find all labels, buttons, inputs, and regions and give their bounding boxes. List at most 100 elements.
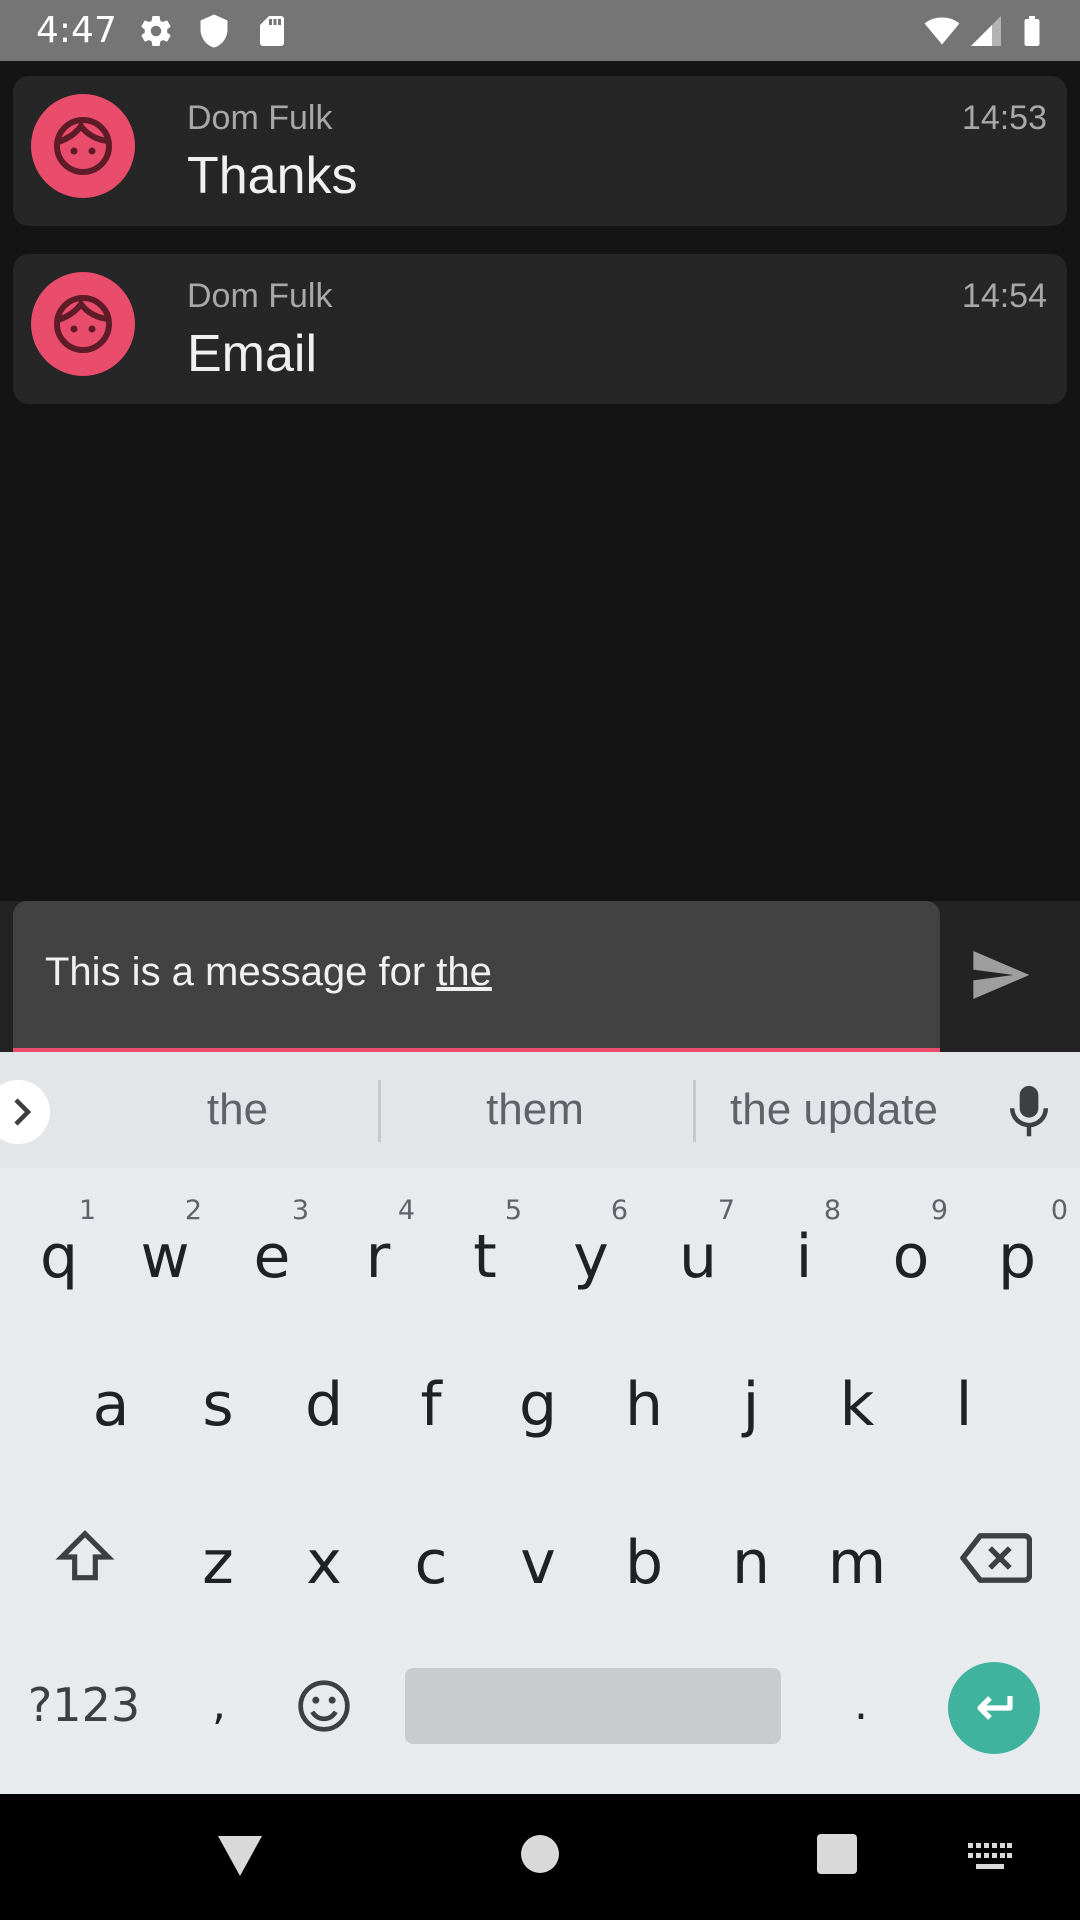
key-label: e — [253, 1222, 291, 1292]
status-time: 4:47 — [36, 10, 117, 51]
navigation-bar — [0, 1794, 1080, 1920]
key-label: w — [140, 1222, 190, 1292]
composing-word: the — [436, 950, 492, 994]
message-sender: Dom Fulk — [187, 277, 333, 315]
back-button[interactable] — [216, 1834, 264, 1878]
key-label: h — [624, 1370, 664, 1440]
key-x[interactable]: x — [271, 1490, 377, 1620]
key-label: f — [420, 1370, 442, 1440]
avatar[interactable] — [31, 272, 135, 376]
microphone-icon — [1009, 1085, 1049, 1137]
key-label: j — [742, 1370, 760, 1440]
enter-key[interactable] — [948, 1662, 1040, 1754]
key-label: o — [892, 1222, 930, 1292]
key-h[interactable]: h — [591, 1332, 697, 1462]
message-time: 14:53 — [961, 99, 1047, 137]
face-icon — [54, 117, 112, 175]
keyboard-icon — [968, 1843, 1012, 1869]
message-text: Thanks — [187, 147, 358, 205]
symbols-key[interactable]: ?123 — [24, 1655, 144, 1755]
space-key[interactable] — [405, 1668, 781, 1744]
key-t[interactable]: 5t — [432, 1182, 538, 1312]
key-b[interactable]: b — [591, 1490, 697, 1620]
backspace-key[interactable] — [958, 1530, 1032, 1586]
expand-toolbar-button[interactable] — [0, 1080, 50, 1144]
battery-icon — [1014, 13, 1050, 49]
key-q[interactable]: 1q — [6, 1182, 112, 1312]
message-item[interactable]: Dom Fulk 14:54 Email — [13, 254, 1067, 404]
key-label: m — [827, 1528, 887, 1598]
suggestion-2[interactable]: them — [380, 1080, 690, 1140]
key-label: z — [202, 1528, 234, 1598]
suggestion-3[interactable]: the update — [696, 1080, 972, 1140]
key-c[interactable]: c — [378, 1490, 484, 1620]
key-label: . — [854, 1679, 868, 1730]
key-label: u — [678, 1222, 718, 1292]
keyboard-switcher-button[interactable] — [968, 1842, 1012, 1872]
home-button[interactable] — [520, 1834, 560, 1874]
back-triangle-icon — [218, 1836, 262, 1876]
shift-icon — [55, 1530, 115, 1581]
key-u[interactable]: 7u — [645, 1182, 751, 1312]
message-time: 14:54 — [961, 277, 1047, 315]
key-p[interactable]: 0p — [964, 1182, 1070, 1312]
message-input-prefix: This is a message for — [45, 950, 437, 994]
key-label: l — [955, 1370, 973, 1440]
key-k[interactable]: k — [804, 1332, 910, 1462]
key-a[interactable]: a — [58, 1332, 164, 1462]
send-icon — [973, 951, 1030, 999]
avatar[interactable] — [31, 94, 135, 198]
message-text: Email — [187, 325, 318, 383]
key-label: s — [202, 1370, 234, 1440]
recents-square-icon — [817, 1834, 857, 1874]
key-label: , — [212, 1679, 226, 1730]
key-f[interactable]: f — [378, 1332, 484, 1462]
key-l[interactable]: l — [911, 1332, 1017, 1462]
key-g[interactable]: g — [485, 1332, 591, 1462]
home-circle-icon — [521, 1835, 559, 1873]
key-label: q — [39, 1222, 79, 1292]
key-label: v — [520, 1528, 556, 1598]
cell-signal-icon — [968, 13, 1004, 49]
message-item[interactable]: Dom Fulk 14:53 Thanks — [13, 76, 1067, 226]
key-v[interactable]: v — [485, 1490, 591, 1620]
key-label: b — [624, 1528, 664, 1598]
recents-button[interactable] — [817, 1834, 857, 1874]
chevron-right-icon — [14, 1098, 32, 1126]
enter-icon — [977, 1696, 1013, 1720]
key-s[interactable]: s — [165, 1332, 271, 1462]
key-n[interactable]: n — [698, 1490, 804, 1620]
send-button[interactable] — [968, 943, 1032, 1007]
key-label: r — [365, 1222, 391, 1292]
key-m[interactable]: m — [804, 1490, 910, 1620]
key-r[interactable]: 4r — [325, 1182, 431, 1312]
key-i[interactable]: 8i — [751, 1182, 857, 1312]
key-label: g — [518, 1370, 558, 1440]
key-o[interactable]: 9o — [858, 1182, 964, 1312]
shield-icon — [196, 13, 232, 49]
key-label: n — [731, 1528, 771, 1598]
emoji-key[interactable] — [296, 1678, 352, 1734]
message-input[interactable]: This is a message for the — [13, 901, 940, 1052]
key-label: k — [839, 1370, 875, 1440]
key-z[interactable]: z — [165, 1490, 271, 1620]
face-icon — [54, 295, 112, 353]
voice-input-button[interactable] — [1006, 1084, 1052, 1140]
settings-icon — [138, 13, 174, 49]
emoji-icon — [298, 1680, 350, 1732]
key-w[interactable]: 2w — [112, 1182, 218, 1312]
key-label: c — [414, 1528, 448, 1598]
key-label: i — [795, 1222, 813, 1292]
message-sender: Dom Fulk — [187, 99, 333, 137]
suggestion-1[interactable]: the — [90, 1080, 385, 1140]
key-label: y — [573, 1222, 609, 1292]
period-key[interactable]: . — [808, 1640, 914, 1760]
key-j[interactable]: j — [698, 1332, 804, 1462]
key-y[interactable]: 6y — [538, 1182, 644, 1312]
key-d[interactable]: d — [271, 1332, 377, 1462]
shift-key[interactable] — [52, 1526, 118, 1588]
comma-key[interactable]: , — [166, 1640, 272, 1760]
key-label: a — [92, 1370, 130, 1440]
wifi-icon — [922, 13, 962, 49]
key-e[interactable]: 3e — [219, 1182, 325, 1312]
